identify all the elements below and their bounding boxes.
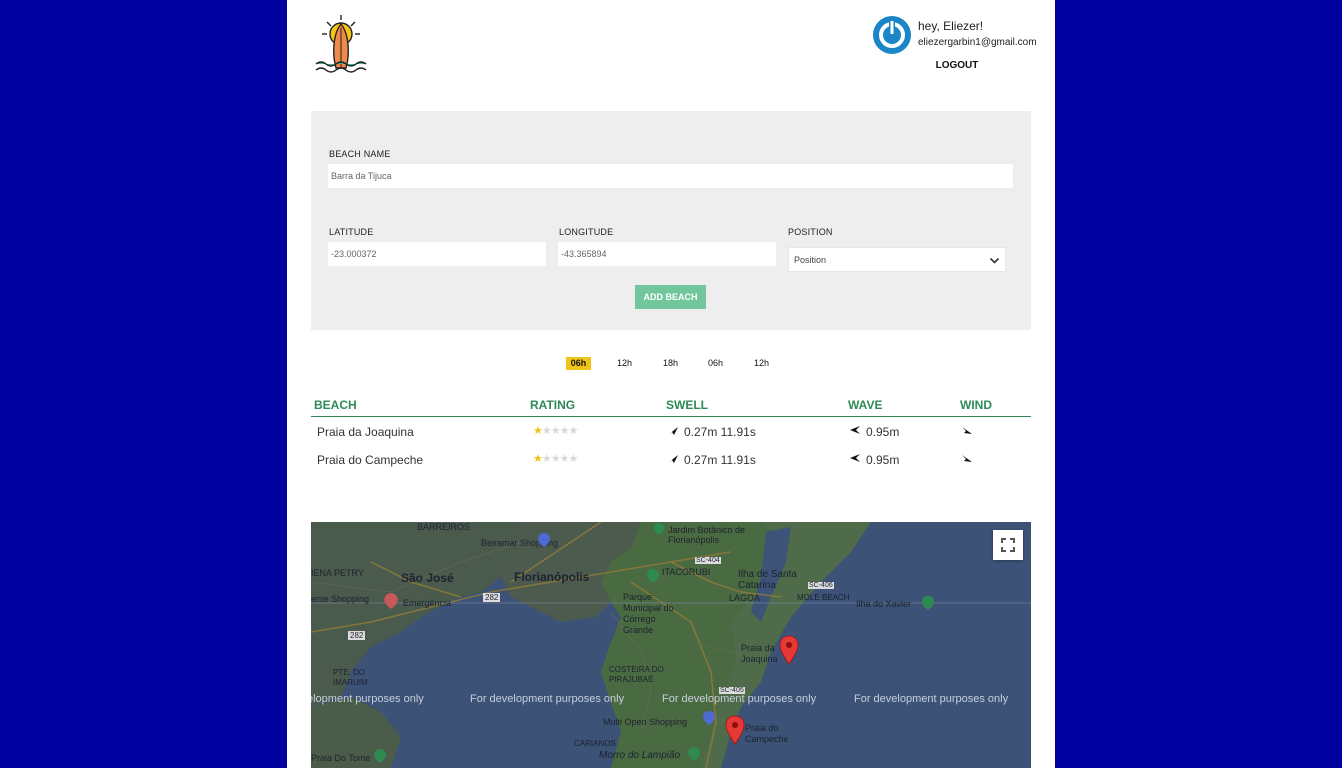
fullscreen-icon	[1001, 538, 1015, 552]
beach-name-input[interactable]	[328, 164, 1013, 188]
tab-time-5[interactable]: 12h	[749, 357, 774, 370]
star-icon: ★	[559, 453, 570, 465]
beach-map[interactable]: BARREIROS Beiramar Shopping Jardim Botân…	[311, 522, 1031, 768]
logout-button[interactable]: LOGOUT	[917, 57, 997, 74]
beach-name-cell: Praia da Joaquina	[317, 425, 414, 439]
star-icon: ★	[550, 425, 561, 437]
dev-watermark: elopment purposes only	[311, 693, 424, 705]
star-icon: ★	[568, 425, 579, 437]
star-icon: ★	[541, 425, 552, 437]
chevron-down-icon	[989, 257, 1000, 264]
rating-stars: ★★★★★	[533, 452, 579, 465]
park-poi-icon[interactable]	[646, 568, 660, 584]
position-label: POSITION	[788, 227, 833, 237]
map-label: São José	[401, 571, 454, 585]
star-icon: ★	[541, 453, 552, 465]
map-label: PTE. DO IMARUIM	[333, 668, 368, 687]
dev-watermark: For development purposes only	[662, 693, 817, 705]
park-poi-icon[interactable]	[921, 595, 935, 611]
wind-direction-icon	[962, 427, 972, 434]
map-label: CARIANOS	[574, 739, 616, 748]
park-poi-icon[interactable]	[687, 746, 701, 762]
header-rating: RATING	[530, 398, 576, 412]
dev-watermark: For development purposes only	[470, 693, 625, 705]
map-label: MOLE BEACH	[797, 593, 850, 602]
beach-name-cell: Praia do Campeche	[317, 453, 424, 467]
longitude-input[interactable]	[558, 242, 776, 266]
map-label: BARREIROS	[417, 522, 471, 532]
star-icon: ★	[533, 425, 543, 437]
map-label: Multi Open Shopping	[603, 717, 688, 727]
hospital-poi-icon[interactable]	[383, 592, 399, 610]
wave-cell: 0.95m	[866, 425, 900, 439]
power-icon	[879, 21, 905, 48]
wave-cell: 0.95m	[866, 453, 900, 467]
map-label: IENA PETRY	[311, 568, 364, 578]
user-panel: hey, Eliezer! eliezergarbin1@gmail.com L…	[873, 16, 1043, 76]
shopping-poi-icon[interactable]	[702, 710, 716, 726]
table-row: Praia da Joaquina ★★★★★ 0.27m 11.91s 0.9…	[311, 425, 1031, 451]
table-row: Praia do Campeche ★★★★★ 0.27m 11.91s 0.9…	[311, 453, 1031, 479]
map-label: LAGOA	[729, 593, 761, 603]
map-tiles	[311, 522, 1031, 768]
star-icon: ★	[568, 453, 579, 465]
map-road-label: 282	[348, 631, 366, 640]
map-label: Parque Municipal do Córrego Grande	[623, 592, 674, 635]
map-road-label: SC-406	[808, 582, 834, 589]
longitude-label: LONGITUDE	[559, 227, 614, 237]
shopping-poi-icon[interactable]	[537, 532, 551, 548]
surf-logo-icon[interactable]	[313, 14, 369, 76]
latitude-input[interactable]	[328, 242, 546, 266]
map-label: COSTEIRA DO PIRAJUBAÉ	[609, 665, 664, 684]
app-page: hey, Eliezer! eliezergarbin1@gmail.com L…	[287, 0, 1055, 768]
map-label: Praia do Campeche	[745, 723, 789, 744]
tab-time-2[interactable]: 12h	[612, 357, 637, 370]
rating-stars: ★★★★★	[533, 424, 579, 437]
position-selected-value: Position	[794, 255, 827, 265]
user-email: eliezergarbin1@gmail.com	[918, 37, 1037, 48]
map-label: Emergência	[403, 598, 452, 608]
swell-direction-icon	[668, 455, 678, 463]
swell-direction-icon	[668, 427, 678, 435]
position-select[interactable]: Position	[788, 247, 1006, 272]
user-greeting: hey, Eliezer!	[918, 19, 984, 33]
beach-marker-icon[interactable]	[725, 715, 745, 745]
star-icon: ★	[550, 453, 561, 465]
map-road-label: SC-404	[695, 557, 721, 564]
tab-time-4[interactable]: 06h	[703, 357, 728, 370]
star-icon: ★	[559, 425, 570, 437]
map-road-label: 282	[483, 593, 501, 602]
fullscreen-button[interactable]	[993, 530, 1023, 560]
avatar	[873, 16, 911, 54]
wave-direction-icon	[850, 454, 860, 462]
header-wave: WAVE	[848, 398, 883, 412]
map-label: ITACORUBI	[662, 567, 711, 577]
header-wind: WIND	[960, 398, 992, 412]
beach-marker-icon[interactable]	[779, 635, 799, 665]
map-label: Morro do Lampião	[599, 750, 681, 761]
park-poi-icon[interactable]	[373, 748, 387, 764]
tab-time-1[interactable]: 06h	[566, 357, 591, 370]
latitude-label: LATITUDE	[329, 227, 374, 237]
swell-cell: 0.27m 11.91s	[684, 453, 756, 467]
tab-time-3[interactable]: 18h	[658, 357, 683, 370]
map-label: Florianópolis	[514, 570, 590, 584]
map-label: ente Shopping	[311, 594, 370, 604]
map-label: Ilha do Xavier	[856, 599, 912, 609]
map-label: Jardim Botânico de Florianópolis	[668, 525, 746, 545]
add-beach-button[interactable]: ADD BEACH	[635, 285, 706, 309]
header-beach: BEACH	[314, 398, 357, 412]
map-label: Ilha de Santa Catarina	[738, 569, 797, 591]
park-poi-icon[interactable]	[652, 522, 666, 536]
star-icon: ★	[533, 453, 543, 465]
header-divider	[311, 416, 1031, 417]
header-swell: SWELL	[666, 398, 708, 412]
wave-direction-icon	[850, 426, 860, 434]
wind-direction-icon	[962, 455, 972, 462]
beach-name-label: BEACH NAME	[329, 149, 391, 159]
map-label: Praia Do Tome	[311, 753, 371, 763]
dev-watermark: For development purposes only	[854, 693, 1009, 705]
swell-cell: 0.27m 11.91s	[684, 425, 756, 439]
add-beach-form: BEACH NAME LATITUDE LONGITUDE POSITION P…	[311, 111, 1031, 330]
